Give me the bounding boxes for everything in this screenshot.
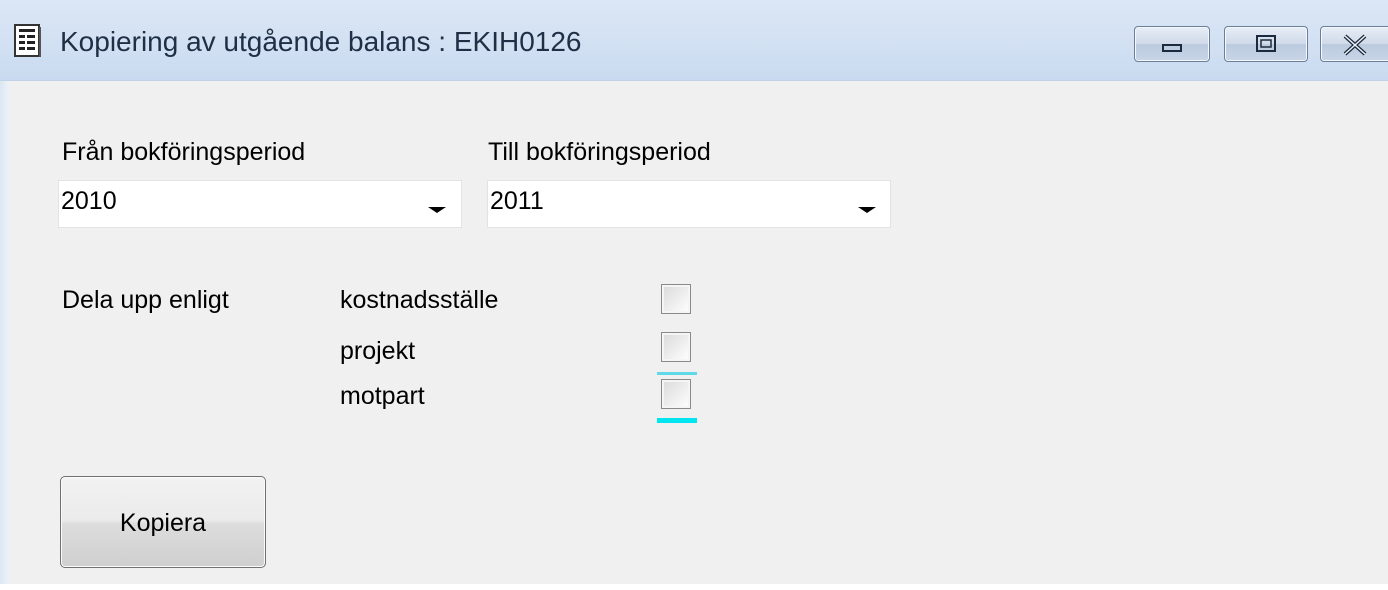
window-title: Kopiering av utgående balans : EKIH0126 xyxy=(60,26,582,57)
copy-button[interactable]: Kopiera xyxy=(60,476,266,568)
split-label: Dela upp enligt xyxy=(62,286,229,314)
option-label-projekt: projekt xyxy=(340,337,416,365)
close-icon xyxy=(1343,34,1367,56)
document-icon xyxy=(14,24,42,58)
window-bottom-border xyxy=(0,584,1388,590)
title-bar[interactable]: Kopiering av utgående balans : EKIH0126 xyxy=(0,0,1388,81)
option-label-motpart: motpart xyxy=(340,382,425,410)
to-period-select[interactable]: 2011 xyxy=(487,180,891,228)
kostnadsstalle-checkbox[interactable] xyxy=(661,284,691,314)
chevron-down-icon[interactable] xyxy=(428,207,446,213)
from-period-label: Från bokföringsperiod xyxy=(62,138,306,166)
from-period-select[interactable]: 2010 xyxy=(58,180,462,228)
maximize-button[interactable] xyxy=(1224,26,1308,62)
focus-indicator-bottom xyxy=(657,418,697,423)
maximize-icon xyxy=(1256,35,1276,52)
option-label-kostnadsstalle: kostnadsställe xyxy=(340,286,499,314)
chevron-down-icon[interactable] xyxy=(858,207,876,213)
minimize-button[interactable] xyxy=(1134,26,1210,62)
window-left-border xyxy=(0,81,9,590)
focus-indicator-top xyxy=(657,372,697,375)
close-button[interactable] xyxy=(1320,26,1388,62)
to-period-value: 2011 xyxy=(490,187,544,215)
dialog-window: Kopiering av utgående balans : EKIH0126 … xyxy=(0,0,1388,590)
motpart-checkbox[interactable] xyxy=(661,379,691,409)
projekt-checkbox[interactable] xyxy=(661,332,691,362)
copy-button-label: Kopiera xyxy=(119,509,207,537)
from-period-value: 2010 xyxy=(61,187,117,215)
to-period-label: Till bokföringsperiod xyxy=(488,138,711,166)
minimize-icon xyxy=(1162,44,1182,52)
